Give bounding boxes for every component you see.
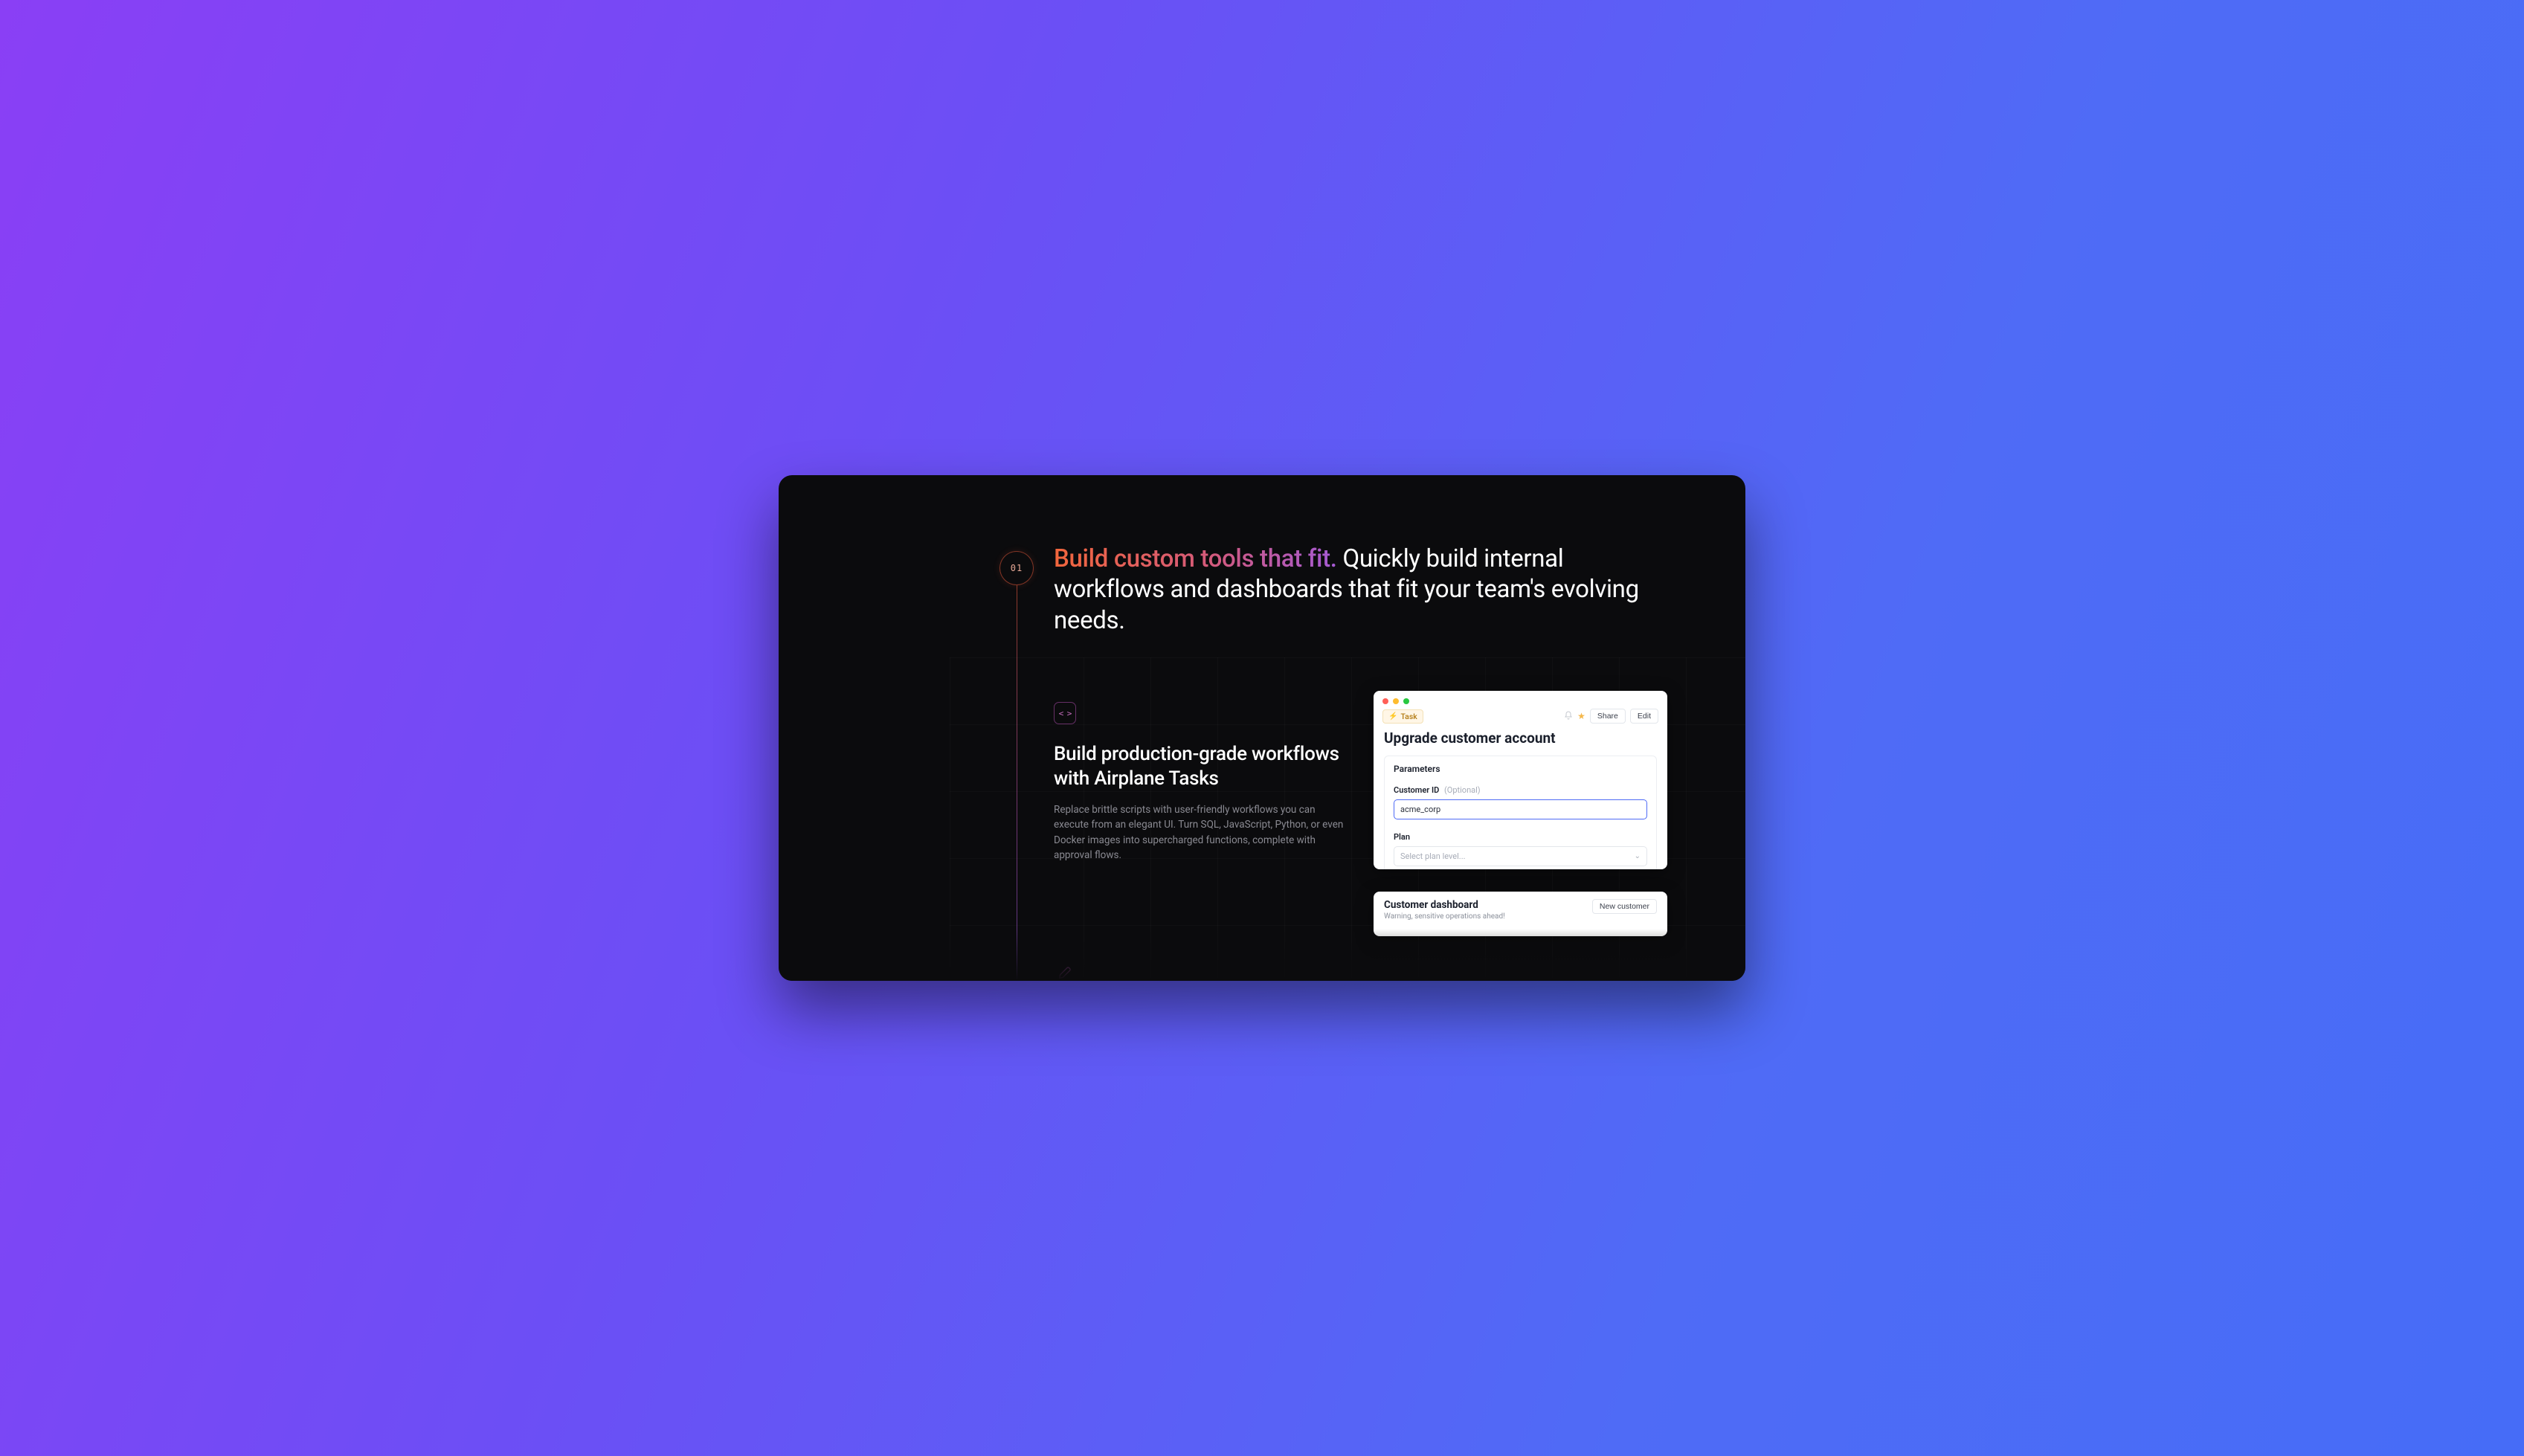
task-badge-label: Task [1400, 712, 1417, 721]
bolt-icon: ⚡ [1388, 712, 1397, 721]
plan-select[interactable]: Select plan level... ⌄ [1394, 846, 1647, 866]
share-button[interactable]: Share [1590, 709, 1626, 724]
dashboard-title: Customer dashboard [1384, 899, 1505, 911]
traffic-minimize-icon [1393, 698, 1399, 704]
customer-id-optional: (Optional) [1444, 785, 1481, 795]
dashboard-subtitle: Warning, sensitive operations ahead! [1384, 912, 1505, 921]
dashboard-mock-window: Customer dashboard Warning, sensitive op… [1374, 892, 1667, 936]
task-title: Upgrade customer account [1374, 729, 1667, 756]
pen-icon [1057, 964, 1074, 981]
task-badge: ⚡ Task [1382, 709, 1423, 724]
plan-field: Plan Select plan level... ⌄ [1394, 828, 1647, 866]
new-customer-button[interactable]: New customer [1592, 899, 1657, 914]
headline-accent: Build custom tools that fit. [1054, 544, 1337, 573]
edit-button[interactable]: Edit [1630, 709, 1658, 724]
step-number: 01 [1011, 563, 1023, 573]
parameters-panel: Parameters Customer ID (Optional) Plan S… [1384, 756, 1657, 869]
code-icon-label: < > [1059, 709, 1072, 718]
parameters-heading: Parameters [1394, 764, 1647, 774]
task-topbar: ⚡ Task ★ Share Edit [1374, 709, 1667, 729]
bell-icon[interactable] [1564, 711, 1573, 722]
bottom-fade [779, 929, 1745, 981]
traffic-close-icon [1382, 698, 1388, 704]
chevron-down-icon: ⌄ [1635, 852, 1641, 860]
traffic-zoom-icon [1403, 698, 1409, 704]
feature-body: Replace brittle scripts with user-friend… [1054, 802, 1351, 863]
top-actions: ★ Share Edit [1564, 709, 1658, 724]
headline: Build custom tools that fit. Quickly bui… [1054, 544, 1656, 636]
dashboard-header: Customer dashboard Warning, sensitive op… [1384, 899, 1505, 921]
customer-id-input[interactable] [1394, 799, 1647, 819]
step-badge: 01 [999, 551, 1034, 585]
task-mock-window: ⚡ Task ★ Share Edit Upgrade customer acc… [1374, 691, 1667, 869]
star-icon[interactable]: ★ [1577, 711, 1585, 721]
customer-id-field: Customer ID (Optional) [1394, 782, 1647, 819]
content-card: 01 Build custom tools that fit. Quickly … [779, 475, 1745, 981]
traffic-lights [1374, 691, 1667, 709]
plan-label: Plan [1394, 832, 1410, 842]
customer-id-label: Customer ID (Optional) [1394, 785, 1481, 795]
feature-title: Build production-grade workflows with Ai… [1054, 742, 1351, 790]
code-icon: < > [1054, 702, 1076, 724]
customer-id-label-text: Customer ID [1394, 785, 1439, 795]
feature-block: < > Build production-grade workflows wit… [1054, 702, 1351, 863]
plan-placeholder: Select plan level... [1400, 851, 1466, 861]
